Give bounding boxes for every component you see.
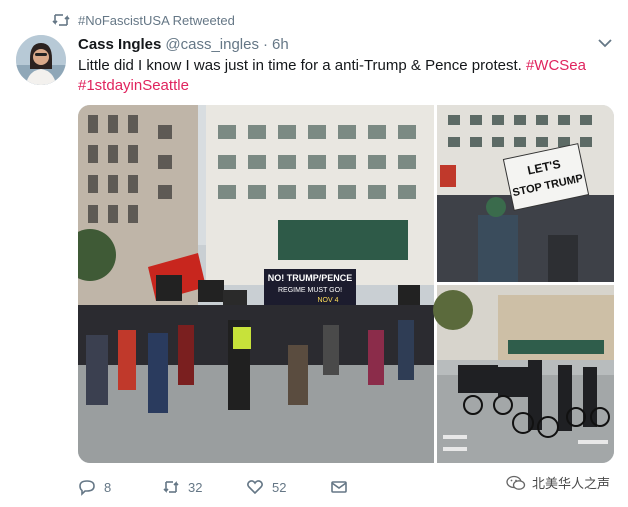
media-grid[interactable]: NO! TRUMP/PENCE REGIME MUST GO! NOV 4 LE… (78, 105, 614, 463)
photo-top-right[interactable]: LET'S STOP TRUMP (437, 105, 614, 282)
reply-button[interactable]: 8 (78, 478, 162, 496)
tweet-actions: 8 32 52 (78, 476, 348, 498)
photo-bottom-right[interactable] (433, 285, 614, 463)
like-count: 52 (272, 479, 287, 495)
retweet-icon (52, 14, 70, 26)
retweet-button[interactable]: 32 (162, 478, 246, 496)
author-name[interactable]: Cass Ingles (78, 36, 161, 53)
author-handle[interactable]: @cass_ingles (165, 36, 259, 53)
sign-text-3: NOV 4 (317, 297, 338, 304)
media-photos: NO! TRUMP/PENCE REGIME MUST GO! NOV 4 LE… (78, 105, 614, 463)
hashtag-link[interactable]: #1stdayinSeattle (78, 77, 189, 94)
tweet-text: Little did I know I was just in time for… (78, 56, 608, 96)
wechat-icon (506, 475, 526, 490)
hashtag-link[interactable]: #WCSea (526, 57, 586, 74)
like-button[interactable]: 52 (246, 478, 330, 496)
reply-count: 8 (104, 479, 112, 495)
tweet-body-text: Little did I know I was just in time for… (78, 57, 526, 74)
photo-main[interactable]: NO! TRUMP/PENCE REGIME MUST GO! NOV 4 (78, 105, 434, 463)
sign-text-1: NO! TRUMP/PENCE (268, 273, 353, 283)
reply-icon (79, 480, 95, 496)
header-separator: · (262, 35, 268, 53)
retweet-banner: #NoFascistUSA Retweeted (52, 11, 235, 29)
avatar-image (16, 35, 66, 85)
tweet-header: Cass Ingles @cass_ingles · 6h (78, 34, 608, 54)
sign-text-2: REGIME MUST GO! (278, 287, 342, 294)
envelope-icon (331, 481, 347, 493)
message-button[interactable] (330, 478, 348, 496)
watermark: 北美华人之声 (506, 473, 610, 492)
heart-icon (247, 480, 263, 495)
retweet-icon (163, 481, 179, 493)
retweet-banner-text[interactable]: #NoFascistUSA Retweeted (78, 13, 235, 28)
avatar[interactable] (16, 35, 66, 85)
tweet-time[interactable]: 6h (272, 36, 289, 53)
chevron-down-icon[interactable] (598, 38, 612, 48)
watermark-text: 北美华人之声 (531, 476, 610, 491)
retweet-count: 32 (188, 479, 203, 495)
